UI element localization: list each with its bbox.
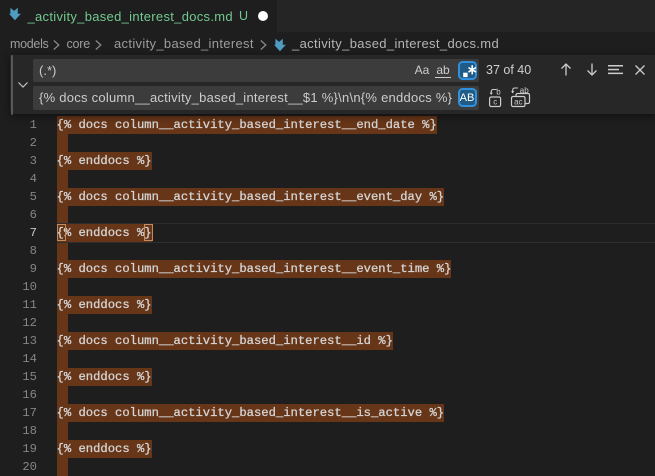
svg-text:ac: ac <box>514 97 522 106</box>
svg-text:ab: ab <box>520 86 529 95</box>
svg-text:c: c <box>493 98 497 107</box>
svg-text:b: b <box>496 88 501 97</box>
